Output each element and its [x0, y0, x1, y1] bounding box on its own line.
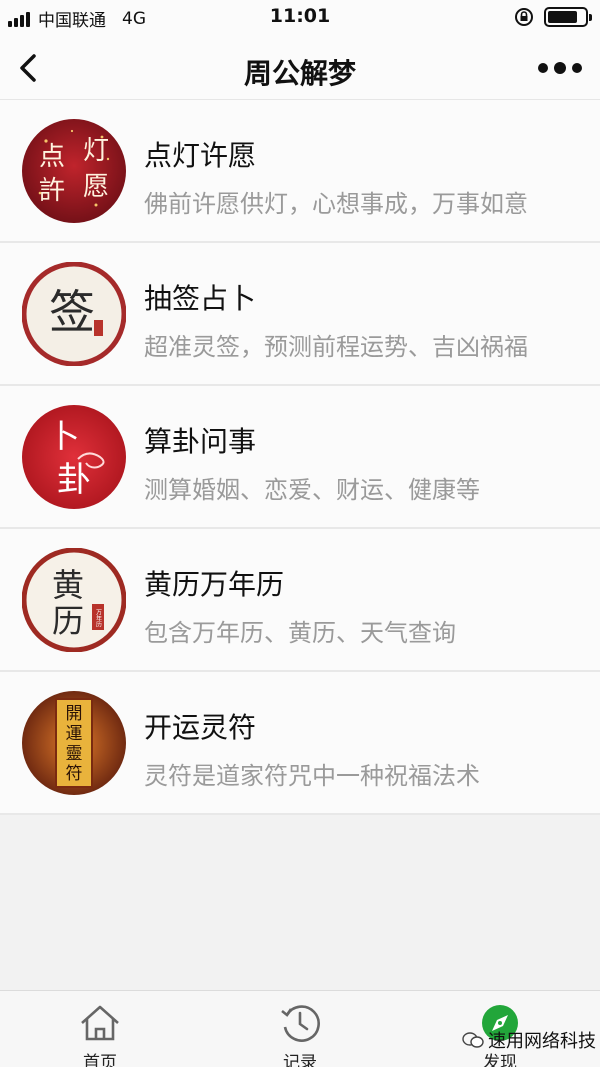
- icon-char: 签: [49, 285, 95, 339]
- item-desc: 测算婚姻、恋爱、财运、健康等: [144, 476, 480, 504]
- icon-char: 許: [39, 176, 65, 206]
- icon-char: 灯: [83, 136, 109, 166]
- icon-seal-text: 万年历: [95, 609, 102, 628]
- icon-char: 卦: [57, 460, 91, 500]
- item-title: 抽签占卜: [144, 282, 257, 315]
- watermark-text: 速用网络科技: [488, 1031, 596, 1052]
- more-dots-icon[interactable]: [538, 58, 582, 78]
- lamp-wish-icon: 点 灯 許 愿: [22, 119, 126, 223]
- almanac-icon: 黄 历 万年历: [22, 548, 126, 652]
- icon-char: 符: [66, 764, 83, 784]
- divination-icon: 卜 卦: [22, 405, 126, 509]
- battery-icon: [544, 7, 592, 27]
- item-title: 点灯许愿: [144, 139, 257, 172]
- chevron-left-icon[interactable]: [10, 48, 50, 88]
- list-item-talisman[interactable]: 開 運 靈 符 开运灵符 灵符是道家符咒中一种祝福法术: [0, 672, 600, 815]
- tab-home[interactable]: 首页: [40, 991, 160, 1067]
- tab-label: 首页: [83, 1053, 117, 1067]
- talisman-icon: 開 運 靈 符: [22, 691, 126, 795]
- feature-list: 点 灯 許 愿 点灯许愿 佛前许愿供灯，心想事成，万事如意 签 抽签占卜 超准灵…: [0, 100, 600, 815]
- icon-char: 点: [39, 142, 65, 172]
- rotation-lock-icon: [515, 8, 533, 26]
- status-right: [514, 7, 592, 27]
- tab-records[interactable]: 记录: [240, 991, 360, 1067]
- item-title: 黄历万年历: [144, 568, 285, 601]
- icon-char: 靈: [66, 744, 83, 764]
- icon-char: 愿: [83, 172, 109, 202]
- icon-char: 卜: [48, 417, 80, 455]
- icon-char: 運: [66, 724, 83, 744]
- item-desc: 佛前许愿供灯，心想事成，万事如意: [144, 190, 528, 218]
- battery-fill: [548, 11, 577, 23]
- tab-label: 记录: [283, 1053, 317, 1067]
- list-item-draw-lot[interactable]: 签 抽签占卜 超准灵签，预测前程运势、吉凶祸福: [0, 243, 600, 386]
- fortune-stick-icon: 签: [22, 262, 126, 366]
- icon-char: 历: [52, 602, 84, 640]
- icon-char: 黄: [52, 566, 84, 604]
- wechat-icon: [462, 1032, 484, 1048]
- icon-char: 開: [66, 704, 83, 724]
- status-time: 11:01: [269, 5, 331, 27]
- list-item-divination[interactable]: 卜 卦 算卦问事 测算婚姻、恋爱、财运、健康等: [0, 386, 600, 529]
- item-desc: 超准灵签，预测前程运势、吉凶祸福: [144, 333, 528, 361]
- status-bar: 中国联通 4G 11:01: [0, 0, 600, 36]
- watermark: 速用网络科技: [462, 1027, 596, 1053]
- page-title: 周公解梦: [243, 57, 356, 90]
- item-desc: 包含万年历、黄历、天气查询: [144, 619, 456, 647]
- item-desc: 灵符是道家符咒中一种祝福法术: [144, 762, 480, 790]
- item-title: 开运灵符: [144, 711, 257, 744]
- home-icon: [81, 1005, 119, 1041]
- item-title: 算卦问事: [144, 425, 257, 458]
- list-item-light-lamp[interactable]: 点 灯 許 愿 点灯许愿 佛前许愿供灯，心想事成，万事如意: [0, 100, 600, 243]
- nav-bar: 周公解梦: [0, 36, 600, 100]
- list-item-almanac[interactable]: 黄 历 万年历 黄历万年历 包含万年历、黄历、天气查询: [0, 529, 600, 672]
- clock-icon: [281, 1005, 320, 1042]
